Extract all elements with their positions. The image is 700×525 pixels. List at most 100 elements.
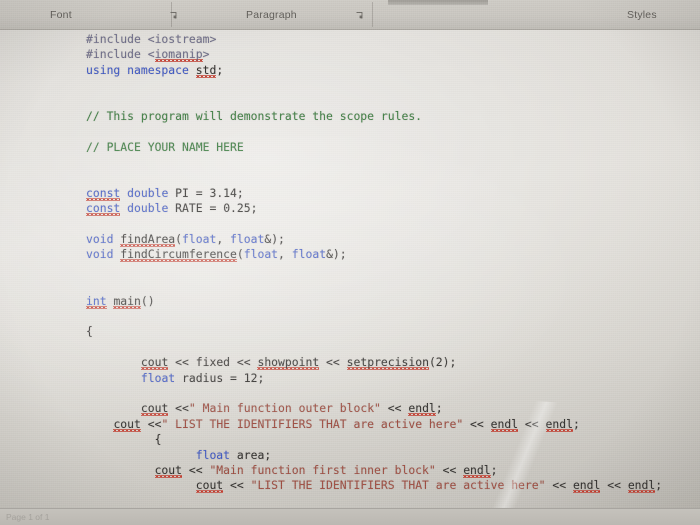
code-token: ; bbox=[236, 185, 244, 200]
code-token: " Main function outer block" bbox=[188, 401, 381, 416]
code-token-misspelled: cout bbox=[140, 355, 169, 370]
code-token: << bbox=[600, 478, 628, 493]
code-token-misspelled: findArea bbox=[120, 232, 176, 247]
code-token: << bbox=[182, 462, 210, 477]
code-token: 12 bbox=[243, 370, 258, 385]
code-token: float bbox=[230, 232, 265, 247]
code-line: float area; bbox=[86, 448, 662, 463]
code-token-misspelled: endl bbox=[490, 416, 519, 431]
code-token: , bbox=[216, 232, 231, 247]
code-token: double bbox=[120, 185, 176, 200]
code-token: "Main function first inner block" bbox=[209, 462, 436, 477]
code-token-misspelled: std bbox=[195, 62, 217, 77]
code-token: << bbox=[435, 462, 464, 477]
code-token: { bbox=[154, 432, 162, 447]
code-line: int main() bbox=[86, 293, 662, 309]
dialog-box-launcher-icon[interactable] bbox=[356, 12, 363, 19]
code-token-misspelled: const bbox=[86, 185, 121, 200]
ribbon-group-label-styles: Styles bbox=[627, 9, 657, 21]
code-token-misspelled: endl bbox=[545, 416, 573, 431]
code-token: "LIST THE IDENTIFIERS THAT are active he… bbox=[250, 478, 546, 493]
code-token-misspelled: setprecision bbox=[346, 355, 429, 370]
code-line: { bbox=[86, 324, 662, 339]
code-token: &); bbox=[326, 247, 347, 262]
code-listing[interactable]: #include <iostream> #include <iomanip> usi… bbox=[86, 32, 662, 494]
code-line: void findArea(float, float&); bbox=[86, 232, 662, 247]
code-token-misspelled: cout bbox=[140, 401, 169, 416]
code-token: // PLACE YOUR NAME HERE bbox=[86, 139, 244, 154]
code-token: float bbox=[195, 447, 237, 462]
code-token-misspelled: iomanip bbox=[154, 47, 203, 62]
code-token-misspelled: endl bbox=[627, 478, 656, 493]
code-token: ; bbox=[655, 478, 663, 493]
code-token-misspelled: endl bbox=[572, 478, 601, 493]
code-token: PI = bbox=[175, 185, 210, 200]
code-token: void bbox=[86, 247, 121, 262]
code-line: const double RATE = 0.25; bbox=[86, 201, 662, 216]
status-bar-page-indicator: Page 1 of 1 bbox=[6, 512, 50, 522]
code-token: 3.14 bbox=[209, 185, 237, 200]
dialog-box-launcher-icon[interactable] bbox=[170, 12, 177, 19]
code-token-misspelled: endl bbox=[408, 401, 436, 416]
code-token: > bbox=[202, 47, 210, 62]
code-token: << bbox=[545, 478, 573, 493]
code-token: ( bbox=[236, 247, 244, 262]
code-token: float bbox=[182, 232, 217, 247]
code-token: double bbox=[120, 201, 176, 216]
code-token: << bbox=[518, 416, 546, 431]
code-token: #include <iostream> bbox=[86, 32, 217, 46]
code-line: float radius = 12; bbox=[86, 371, 662, 386]
code-token: ; bbox=[216, 62, 224, 77]
code-token: ; bbox=[572, 416, 580, 431]
code-token: #include < bbox=[86, 47, 155, 62]
code-token: ; bbox=[250, 201, 258, 216]
code-token: << bbox=[380, 401, 409, 416]
code-line: cout << fixed << showpoint << setprecisi… bbox=[86, 355, 662, 370]
code-token: float bbox=[243, 247, 279, 262]
code-token: void bbox=[86, 232, 121, 247]
code-token: ); bbox=[442, 355, 457, 370]
code-line: void findCircumference(float, float&); bbox=[86, 247, 662, 262]
code-token: { bbox=[86, 324, 93, 339]
code-token-misspelled: main bbox=[113, 293, 141, 308]
code-line: #include <iomanip> bbox=[86, 47, 662, 62]
code-token-misspelled: cout bbox=[154, 462, 183, 477]
code-token: RATE = bbox=[175, 201, 224, 216]
code-token: float bbox=[291, 247, 327, 262]
code-line: { bbox=[86, 432, 662, 447]
code-token-misspelled: const bbox=[86, 201, 121, 216]
code-line: cout << "Main function first inner block… bbox=[86, 462, 662, 478]
code-token: radius = bbox=[182, 370, 244, 385]
document-canvas[interactable]: #include <iostream> #include <iomanip> usi… bbox=[0, 29, 700, 525]
code-line: using namespace std; bbox=[86, 62, 662, 78]
code-token: area; bbox=[236, 447, 272, 462]
code-token: << bbox=[463, 416, 491, 431]
code-token: 0.25 bbox=[223, 201, 251, 216]
code-token-misspelled: cout bbox=[113, 416, 141, 431]
code-token: ; bbox=[257, 370, 265, 385]
code-token: using namespace bbox=[86, 62, 196, 77]
code-token: // This program will demonstrate the sco… bbox=[86, 108, 423, 123]
code-token: << bbox=[319, 355, 347, 370]
code-line: cout <<" LIST THE IDENTIFIERS THAT are a… bbox=[86, 416, 662, 432]
code-token: << fixed << bbox=[168, 355, 258, 370]
status-bar: Page 1 of 1 bbox=[0, 508, 700, 525]
screenshot-root: Font Paragraph Styles #include <iostream… bbox=[0, 0, 700, 525]
code-token-misspelled: endl bbox=[463, 462, 491, 477]
code-token: << bbox=[223, 478, 251, 493]
code-token-misspelled: showpoint bbox=[257, 355, 320, 370]
